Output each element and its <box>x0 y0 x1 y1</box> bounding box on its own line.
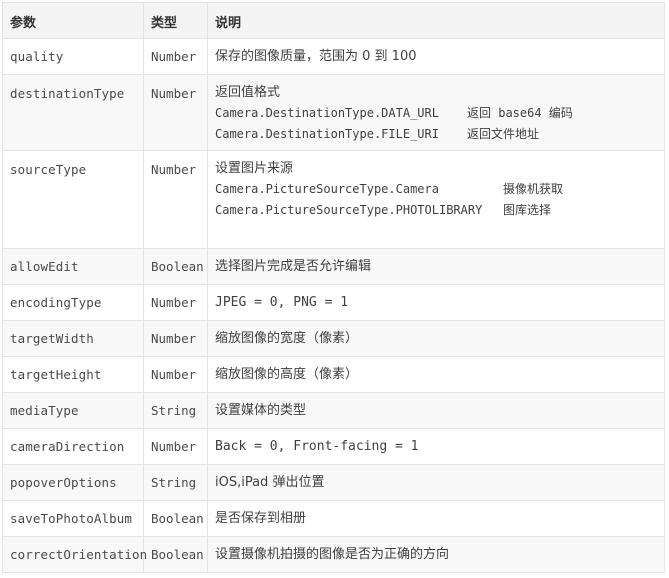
param-desc: 设置媒体的类型 <box>207 392 665 429</box>
param-type: Boolean <box>143 500 208 537</box>
param-type: Number <box>143 320 208 357</box>
param-name: encodingType <box>2 284 144 321</box>
param-type: String <box>143 392 208 429</box>
table-row: mediaType String 设置媒体的类型 <box>2 392 665 429</box>
option-line: Camera.PictureSourceType.PHOTOLIBRARY 图库… <box>215 200 664 221</box>
param-name: targetHeight <box>2 356 144 393</box>
param-name: popoverOptions <box>2 464 144 501</box>
param-desc: iOS,iPad 弹出位置 <box>207 464 665 501</box>
param-desc: 保存的图像质量，范围为 0 到 100 <box>207 38 665 75</box>
table-header-row: 参数 类型 说明 <box>2 2 665 39</box>
param-desc: 设置摄像机拍摄的图像是否为正确的方向 <box>207 536 665 573</box>
param-name: mediaType <box>2 392 144 429</box>
param-desc: 选择图片完成是否允许编辑 <box>207 248 665 285</box>
param-desc: 设置图片来源 <box>215 161 294 176</box>
option-meaning: 图库选择 <box>503 203 552 217</box>
table-row: quality Number 保存的图像质量，范围为 0 到 100 <box>2 38 665 75</box>
param-type: Number <box>143 150 208 249</box>
option-line: Camera.DestinationType.FILE_URI 返回文件地址 <box>215 124 664 145</box>
option-meaning: 返回文件地址 <box>467 127 540 141</box>
param-desc: 缩放图像的宽度（像素） <box>207 320 665 357</box>
param-name: sourceType <box>2 150 144 249</box>
option-meaning: 返回 base64 编码 <box>467 106 573 120</box>
table-row: popoverOptions String iOS,iPad 弹出位置 <box>2 464 665 501</box>
param-name: saveToPhotoAlbum <box>2 500 144 537</box>
table-row: correctOrientation Boolean 设置摄像机拍摄的图像是否为… <box>2 536 665 573</box>
table-row: cameraDirection Number Back = 0, Front-f… <box>2 428 665 465</box>
param-name: targetWidth <box>2 320 144 357</box>
param-type: Number <box>143 428 208 465</box>
param-name: destinationType <box>2 74 144 151</box>
table-row: allowEdit Boolean 选择图片完成是否允许编辑 <box>2 248 665 285</box>
option-line: Camera.PictureSourceType.Camera 摄像机获取 <box>215 179 664 200</box>
header-param: 参数 <box>2 2 144 39</box>
param-type: Boolean <box>143 536 208 573</box>
table-row: sourceType Number 设置图片来源 Camera.PictureS… <box>2 150 665 249</box>
header-desc: 说明 <box>207 2 665 39</box>
param-type: Number <box>143 284 208 321</box>
option-value: Camera.DestinationType.FILE_URI <box>215 127 439 141</box>
param-name: correctOrientation <box>2 536 147 573</box>
param-desc: 是否保存到相册 <box>207 500 665 537</box>
option-meaning: 摄像机获取 <box>503 182 564 196</box>
param-type: Number <box>143 38 208 75</box>
table-row: saveToPhotoAlbum Boolean 是否保存到相册 <box>2 500 665 537</box>
param-desc: 缩放图像的高度（像素） <box>207 356 665 393</box>
param-desc: 返回值格式 <box>215 85 281 100</box>
param-type: String <box>143 464 208 501</box>
option-value: Camera.PictureSourceType.PHOTOLIBRARY <box>215 203 483 217</box>
param-type: Boolean <box>143 248 208 285</box>
option-value: Camera.PictureSourceType.Camera <box>215 182 439 196</box>
table-row: destinationType Number 返回值格式 Camera.Dest… <box>2 74 665 151</box>
option-value: Camera.DestinationType.DATA_URL <box>215 106 439 120</box>
camera-options-table: 参数 类型 说明 quality Number 保存的图像质量，范围为 0 到 … <box>2 2 665 573</box>
option-line: Camera.DestinationType.DATA_URL 返回 base6… <box>215 103 664 124</box>
param-desc: JPEG = 0, PNG = 1 <box>207 284 665 321</box>
table-row: targetWidth Number 缩放图像的宽度（像素） <box>2 320 665 357</box>
param-name: cameraDirection <box>2 428 144 465</box>
param-desc-cell: 返回值格式 Camera.DestinationType.DATA_URL 返回… <box>207 74 665 151</box>
param-type: Number <box>143 74 208 151</box>
param-name: quality <box>2 38 144 75</box>
table-row: targetHeight Number 缩放图像的高度（像素） <box>2 356 665 393</box>
header-type: 类型 <box>143 2 208 39</box>
param-name: allowEdit <box>2 248 144 285</box>
param-desc: Back = 0, Front-facing = 1 <box>207 428 665 465</box>
table-row: encodingType Number JPEG = 0, PNG = 1 <box>2 284 665 321</box>
param-type: Number <box>143 356 208 393</box>
param-desc-cell: 设置图片来源 Camera.PictureSourceType.Camera 摄… <box>207 150 665 249</box>
